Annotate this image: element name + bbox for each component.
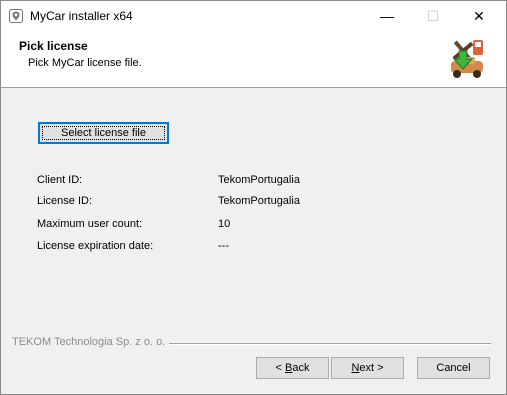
maximize-button[interactable]: ☐ [410,1,456,31]
next-button-mnemonic: N [351,362,360,374]
minimize-button[interactable]: — [364,1,410,31]
window-title: MyCar installer x64 [30,9,133,23]
license-expiration-label: License expiration date: [37,240,154,252]
back-button-prefix: < [275,362,285,374]
select-license-file-button[interactable]: Select license file [38,122,169,144]
back-button-rest: ack [292,362,310,374]
license-id-value: TekomPortugalia [218,195,300,207]
focus-rectangle [42,126,165,140]
license-id-label: License ID: [37,195,93,207]
next-button[interactable]: Next > [331,357,404,379]
next-button-rest: ext > [359,362,384,374]
page-title: Pick license [19,39,88,53]
license-expiration-value: --- [218,240,229,252]
installer-logo-icon [445,37,487,81]
wizard-header: Pick license Pick MyCar license file. [1,31,506,88]
title-bar[interactable]: MyCar installer x64 — ☐ ✕ [1,1,506,31]
client-id-value: TekomPortugalia [218,174,300,186]
client-id-label: Client ID: [37,174,83,186]
cancel-button[interactable]: Cancel [417,357,490,379]
company-brand-text: TEKOM Technologia Sp. z o. o. [12,336,170,348]
back-button-mnemonic: B [285,362,293,374]
page-subtitle: Pick MyCar license file. [28,57,142,69]
installer-window: MyCar installer x64 — ☐ ✕ Pick license P… [0,0,507,395]
back-button[interactable]: < Back [256,357,329,379]
close-button[interactable]: ✕ [456,1,502,31]
max-user-count-label: Maximum user count: [37,218,143,230]
max-user-count-value: 10 [218,218,231,230]
app-location-icon [9,9,23,23]
